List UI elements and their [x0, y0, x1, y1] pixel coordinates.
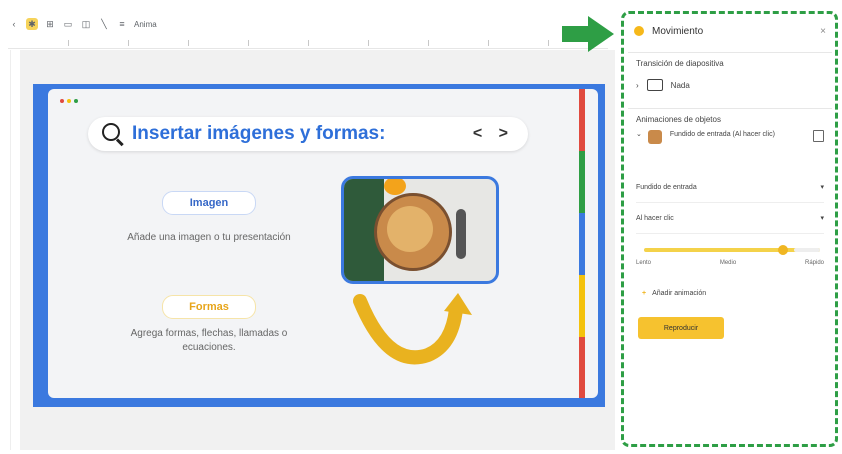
select-icon[interactable]: ⊞ — [44, 18, 56, 30]
divider — [628, 52, 832, 53]
speed-label-fast: Rápido — [804, 260, 824, 266]
slide-thumb-icon — [646, 79, 663, 91]
divider — [628, 108, 832, 109]
images-description: Añade una imagen o tu presentación — [127, 232, 291, 243]
horizontal-ruler — [8, 38, 608, 49]
object-thumb — [647, 130, 662, 144]
speed-label-slow: Lento — [636, 260, 652, 266]
transition-section-label: Transición de diapositiva — [636, 59, 724, 68]
effect-dropdown-value: Fundido de entrada — [636, 183, 697, 191]
window-dots — [60, 99, 78, 103]
panel-title: Movimiento — [652, 25, 704, 37]
line-icon[interactable]: ╲ — [98, 18, 110, 30]
editor-toolbar: ‹ ✱ ⊞ ▭ ◫ ╲ ≡ Anima — [0, 12, 618, 36]
speed-slider-knob[interactable] — [778, 245, 788, 255]
nav-arrows[interactable]: < > — [473, 125, 514, 143]
speed-labels: Lento Medio Rápido — [636, 260, 824, 266]
panel-header: Movimiento × — [628, 16, 832, 46]
chevron-down-icon[interactable]: ⌄ — [636, 130, 642, 138]
chevron-down-icon: ▾ — [820, 215, 824, 222]
slide-title: Insertar imágenes y formas: — [132, 123, 386, 144]
image-icon[interactable]: ▭ — [62, 18, 74, 30]
chevron-down-icon: ▾ — [820, 184, 824, 191]
photo-orange — [384, 179, 406, 195]
object-animation-item[interactable]: ⌄ Fundido de entrada (Al hacer clic) — [628, 124, 832, 172]
curved-arrow-shape[interactable] — [348, 289, 488, 369]
shapes-pill[interactable]: Formas — [162, 295, 256, 319]
search-icon — [100, 121, 126, 147]
speed-label-medium: Medio — [719, 260, 737, 266]
trigger-dropdown-value: Al hacer clic — [636, 214, 674, 222]
transition-value: Nada — [670, 80, 690, 90]
photo-bowl — [374, 193, 452, 271]
plus-icon: + — [642, 290, 647, 297]
vertical-ruler — [4, 50, 11, 450]
arrow-right-icon — [562, 16, 614, 52]
object-animation-label: Fundido de entrada (Al hacer clic) — [669, 131, 775, 138]
slide-title-bar[interactable]: Insertar imágenes y formas: < > — [88, 117, 528, 151]
add-animation-label: Añadir animación — [652, 290, 707, 297]
motion-panel: Movimiento × Transición de diapositiva ›… — [628, 16, 832, 442]
images-pill[interactable]: Imagen — [162, 191, 256, 215]
effect-dropdown[interactable]: Fundido de entrada ▾ — [636, 172, 824, 203]
speed-slider-track — [794, 248, 820, 252]
shapes-description: Agrega formas, flechas, llamadas o ecuac… — [130, 328, 288, 353]
objects-section-label: Animaciones de objetos — [636, 115, 721, 124]
back-icon[interactable]: ‹ — [8, 18, 20, 30]
trigger-dropdown[interactable]: Al hacer clic ▾ — [636, 203, 824, 234]
text-icon[interactable]: ≡ — [116, 18, 128, 30]
cursor-icon[interactable]: ✱ — [26, 18, 38, 30]
photo-spoon — [456, 209, 466, 259]
transition-row[interactable]: › Nada — [628, 68, 832, 102]
speed-slider[interactable] — [644, 245, 820, 255]
slide[interactable]: Insertar imágenes y formas: < > Imagen A… — [48, 89, 598, 398]
motion-icon — [634, 26, 644, 36]
mode-label[interactable]: Anima — [134, 20, 157, 29]
add-animation-button[interactable]: + Añadir animación — [642, 290, 818, 297]
slide-color-stripes — [579, 89, 585, 398]
play-button[interactable]: Reproducir — [638, 317, 724, 339]
shape-icon[interactable]: ◫ — [80, 18, 92, 30]
chevron-right-icon[interactable]: › — [636, 81, 639, 90]
trash-icon[interactable] — [813, 130, 824, 142]
food-photo[interactable] — [341, 176, 499, 284]
close-icon[interactable]: × — [820, 26, 826, 37]
